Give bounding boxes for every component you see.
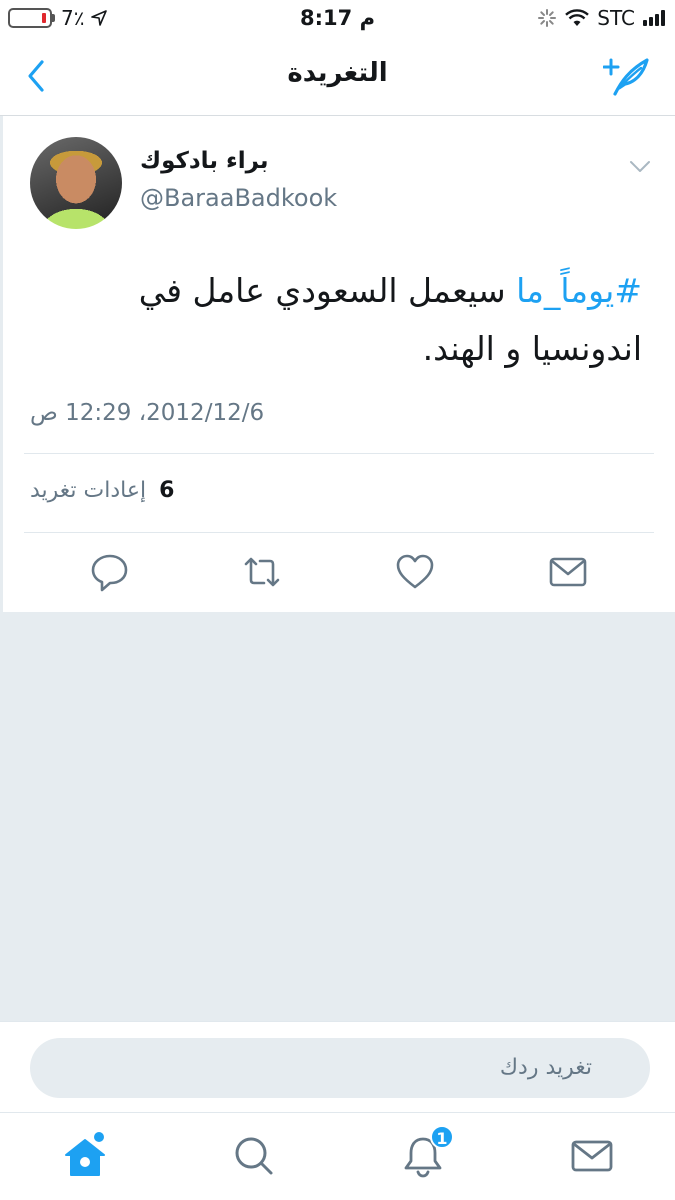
retweet-label: إعادات تغريد bbox=[30, 478, 147, 503]
carrier-name: STC bbox=[597, 6, 635, 30]
divider bbox=[24, 532, 654, 533]
wifi-icon bbox=[565, 9, 590, 26]
chevron-down-icon[interactable] bbox=[628, 156, 652, 176]
envelope-icon bbox=[571, 1140, 613, 1172]
reply-bar: تغريد ردك bbox=[0, 1021, 675, 1112]
tab-home[interactable] bbox=[60, 1131, 110, 1181]
tab-messages[interactable] bbox=[567, 1131, 617, 1181]
notifications-badge: 1 bbox=[430, 1125, 454, 1149]
reply-input[interactable]: تغريد ردك bbox=[30, 1038, 650, 1098]
retweet-stats[interactable]: 6 إعادات تغريد bbox=[30, 478, 174, 503]
navigation-bar: التغريدة bbox=[0, 38, 675, 116]
retweet-count: 6 bbox=[159, 478, 175, 503]
tweet-text: #يوماً_ما سيعمل السعودي عامل في اندونسيا… bbox=[30, 262, 642, 378]
tweet-actions bbox=[0, 550, 675, 596]
retweet-icon[interactable] bbox=[240, 550, 284, 594]
like-heart-icon[interactable] bbox=[393, 550, 437, 594]
reply-icon[interactable] bbox=[88, 550, 132, 594]
status-bar: 7٪ 8:17 م STC bbox=[0, 0, 675, 38]
empty-replies-area bbox=[3, 612, 675, 1021]
page-title: التغريدة bbox=[287, 58, 388, 88]
direct-message-icon[interactable] bbox=[546, 550, 590, 594]
status-right: STC bbox=[537, 6, 665, 30]
avatar[interactable] bbox=[30, 137, 122, 229]
signal-strength-icon bbox=[643, 10, 665, 26]
compose-tweet-icon[interactable] bbox=[603, 52, 653, 98]
search-icon bbox=[235, 1137, 273, 1175]
author-handle[interactable]: @BaraaBadkook bbox=[140, 184, 337, 212]
home-icon bbox=[65, 1132, 105, 1176]
hashtag-link[interactable]: #يوماً_ما bbox=[516, 271, 642, 310]
author-name[interactable]: براء بادكوك bbox=[140, 148, 269, 174]
divider bbox=[24, 453, 654, 454]
tab-notifications[interactable]: 1 bbox=[398, 1125, 454, 1181]
activity-spinner-icon bbox=[538, 9, 557, 27]
tab-search[interactable] bbox=[229, 1131, 279, 1181]
tweet-timestamp: 2012/12/6، 12:29 ص bbox=[30, 400, 265, 426]
bottom-tab-bar: 1 bbox=[0, 1112, 675, 1200]
